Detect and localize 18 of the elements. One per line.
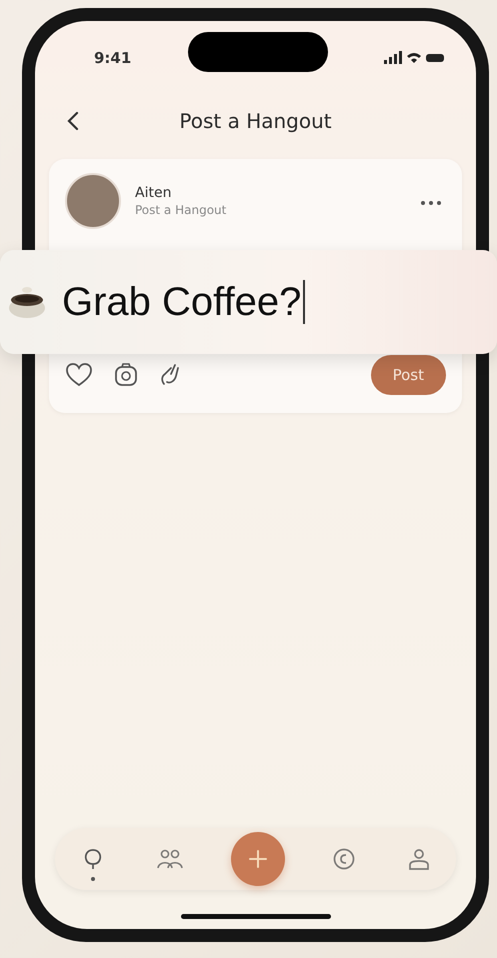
- person-icon: [406, 847, 430, 871]
- battery-icon: [426, 54, 444, 62]
- signal-icon: [384, 51, 402, 64]
- plus-icon: [248, 849, 268, 869]
- wifi-icon: [407, 53, 421, 63]
- more-icon: [420, 200, 442, 206]
- heart-icon[interactable]: [65, 362, 93, 388]
- camera-icon[interactable]: [113, 362, 139, 388]
- back-icon: [67, 111, 79, 131]
- author-subtitle: Post a Hangout: [135, 203, 228, 217]
- selected-dot: [90, 877, 94, 881]
- screen-title: Post a Hangout: [179, 109, 332, 133]
- people-icon: [156, 847, 184, 871]
- add-button[interactable]: [230, 832, 284, 886]
- author-name: Aiten: [135, 185, 172, 201]
- composer-field[interactable]: Grab Coffee?: [0, 250, 497, 354]
- coin-icon: [332, 847, 356, 871]
- status-time: 9:41: [94, 49, 132, 67]
